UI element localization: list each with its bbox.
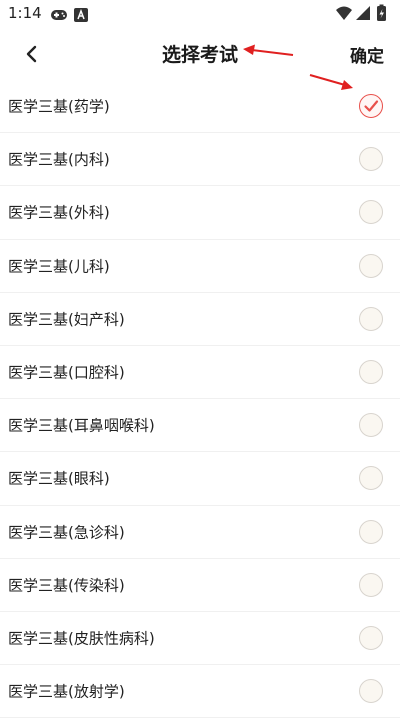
- exam-label: 医学三基(放射学): [8, 682, 125, 701]
- exam-label: 医学三基(急诊科): [8, 523, 125, 542]
- radio-unchecked[interactable]: [359, 519, 383, 544]
- exam-list-item[interactable]: 医学三基(内科): [0, 133, 400, 187]
- exam-list-item[interactable]: 医学三基(急诊科): [0, 506, 400, 559]
- exam-label: 医学三基(皮肤性病科): [8, 629, 155, 648]
- exam-label: 医学三基(药学): [8, 97, 110, 116]
- exam-list-item[interactable]: 医学三基(妇产科): [0, 293, 400, 346]
- wifi-icon: [336, 6, 352, 20]
- exam-list-item[interactable]: 医学三基(药学): [0, 80, 400, 134]
- confirm-button[interactable]: 确定: [350, 42, 384, 67]
- exam-list: 医学三基(药学) 医学三基(内科) 医学三基(外科) 医学三基(儿科) 医学三基(妇产科…: [0, 80, 400, 718]
- radio-unchecked[interactable]: [359, 625, 383, 650]
- status-indicators: [334, 4, 394, 24]
- exam-list-item[interactable]: 医学三基(口腔科): [0, 346, 400, 400]
- status-time: 1:14: [8, 4, 42, 22]
- checkmark-icon: [364, 100, 379, 112]
- exam-label: 医学三基(传染科): [8, 576, 125, 595]
- radio-checked[interactable]: [359, 94, 383, 119]
- exam-list-item[interactable]: 医学三基(皮肤性病科): [0, 612, 400, 666]
- font-a-icon: [74, 7, 88, 26]
- exam-label: 医学三基(妇产科): [8, 310, 125, 329]
- exam-list-item[interactable]: 医学三基(传染科): [0, 559, 400, 612]
- radio-unchecked[interactable]: [359, 200, 383, 225]
- radio-unchecked[interactable]: [359, 572, 383, 597]
- radio-unchecked[interactable]: [359, 147, 383, 172]
- radio-unchecked[interactable]: [359, 306, 383, 331]
- radio-unchecked[interactable]: [359, 253, 383, 278]
- radio-unchecked[interactable]: [359, 413, 383, 438]
- page-title: 选择考试: [161, 44, 238, 66]
- status-bar: 1:14: [0, 0, 400, 28]
- exam-label: 医学三基(外科): [8, 203, 110, 222]
- exam-list-item[interactable]: 医学三基(耳鼻咽喉科): [0, 399, 400, 453]
- radio-unchecked[interactable]: [359, 466, 383, 491]
- exam-label: 医学三基(儿科): [8, 257, 110, 276]
- signal-icon: [356, 6, 370, 20]
- exam-label: 医学三基(眼科): [8, 469, 110, 488]
- exam-list-item[interactable]: 医学三基(眼科): [0, 452, 400, 506]
- radio-unchecked[interactable]: [359, 360, 383, 385]
- exam-label: 医学三基(口腔科): [8, 363, 125, 382]
- radio-unchecked[interactable]: [359, 679, 383, 704]
- exam-label: 医学三基(内科): [8, 150, 110, 169]
- exam-list-item[interactable]: 医学三基(外科): [0, 186, 400, 240]
- exam-list-item[interactable]: 医学三基(放射学): [0, 665, 400, 718]
- exam-list-item[interactable]: 医学三基(儿科): [0, 240, 400, 293]
- gamepad-icon: [50, 7, 68, 26]
- exam-label: 医学三基(耳鼻咽喉科): [8, 416, 155, 435]
- battery-icon: [377, 4, 386, 21]
- top-nav-bar: 选择考试 确定: [0, 28, 400, 80]
